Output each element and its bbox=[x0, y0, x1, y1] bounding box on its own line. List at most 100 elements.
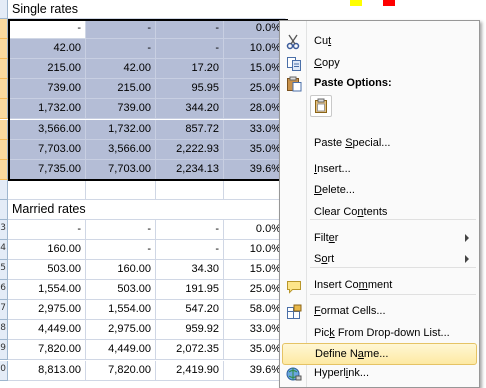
table-cell[interactable]: - bbox=[86, 19, 156, 39]
table-cell[interactable]: 1,554.00 bbox=[86, 300, 156, 321]
table-cell[interactable]: - bbox=[86, 239, 156, 260]
menu-item-format-cells[interactable]: Format Cells... bbox=[282, 301, 477, 323]
table-cell[interactable]: 58.0% bbox=[224, 300, 286, 321]
row-header[interactable] bbox=[0, 139, 8, 160]
table-cell[interactable]: 739.00 bbox=[8, 79, 86, 100]
table-cell[interactable]: - bbox=[156, 239, 224, 260]
row-header[interactable] bbox=[0, 119, 8, 140]
menu-item-cut[interactable]: Cut bbox=[282, 31, 477, 53]
table-cell[interactable]: - bbox=[156, 219, 224, 240]
married-rates-title[interactable]: Married rates bbox=[8, 200, 286, 220]
row-header[interactable]: 6 bbox=[0, 280, 8, 301]
yellow-swatch[interactable] bbox=[350, 0, 362, 6]
table-cell[interactable]: 25.0% bbox=[224, 280, 286, 301]
table-cell[interactable]: 15.0% bbox=[224, 260, 286, 280]
row-header[interactable] bbox=[0, 99, 8, 120]
row-header[interactable] bbox=[0, 59, 8, 80]
menu-item-hyperlink[interactable]: Hyperlink... bbox=[282, 363, 477, 385]
table-cell[interactable]: 3,566.00 bbox=[8, 119, 86, 140]
menu-item-copy[interactable]: Copy bbox=[282, 53, 477, 75]
table-cell[interactable]: 503.00 bbox=[86, 280, 156, 301]
row-header[interactable]: 7 bbox=[0, 300, 8, 321]
table-cell[interactable]: 1,732.00 bbox=[8, 99, 86, 120]
row-header[interactable] bbox=[0, 79, 8, 100]
red-swatch[interactable] bbox=[383, 0, 395, 6]
table-cell[interactable]: 2,072.35 bbox=[156, 340, 224, 361]
table-cell[interactable]: 7,703.00 bbox=[8, 139, 86, 160]
table-cell[interactable]: 160.00 bbox=[8, 239, 86, 260]
row-header[interactable]: 5 bbox=[0, 260, 8, 281]
table-cell[interactable]: 2,234.13 bbox=[156, 159, 224, 180]
table-cell[interactable]: 160.00 bbox=[86, 260, 156, 280]
table-cell[interactable] bbox=[224, 179, 286, 200]
table-cell[interactable]: 959.92 bbox=[156, 320, 224, 341]
table-cell[interactable]: 42.00 bbox=[8, 39, 86, 60]
single-rates-title[interactable]: Single rates bbox=[8, 0, 286, 19]
row-header[interactable] bbox=[0, 0, 8, 19]
menu-item-clear-contents[interactable]: Clear Contents bbox=[282, 202, 477, 224]
row-header[interactable] bbox=[0, 199, 8, 220]
row-header[interactable] bbox=[0, 39, 8, 60]
table-cell[interactable]: - bbox=[8, 19, 86, 39]
table-cell[interactable]: 547.20 bbox=[156, 300, 224, 321]
table-cell[interactable] bbox=[86, 179, 156, 200]
table-cell[interactable]: 39.6% bbox=[224, 159, 286, 180]
row-header[interactable]: 8 bbox=[0, 320, 8, 341]
table-cell[interactable]: 2,975.00 bbox=[86, 320, 156, 341]
row-header[interactable]: 0 bbox=[0, 360, 8, 381]
menu-item-filter[interactable]: Filter bbox=[282, 228, 477, 250]
table-cell[interactable]: 215.00 bbox=[8, 59, 86, 80]
table-cell[interactable]: 7,703.00 bbox=[86, 159, 156, 180]
table-cell[interactable]: - bbox=[86, 39, 156, 60]
menu-item-insert[interactable]: Insert... bbox=[282, 159, 477, 181]
table-cell[interactable]: 2,222.93 bbox=[156, 139, 224, 160]
table-cell[interactable]: 4,449.00 bbox=[8, 320, 86, 341]
menu-item-define-name[interactable]: Define Name... bbox=[282, 343, 477, 365]
table-cell[interactable]: 34.30 bbox=[156, 260, 224, 280]
table-cell[interactable]: 25.0% bbox=[224, 79, 286, 100]
row-header[interactable] bbox=[0, 19, 8, 40]
row-header[interactable]: 4 bbox=[0, 239, 8, 260]
table-cell[interactable]: 33.0% bbox=[224, 320, 286, 341]
table-cell[interactable]: 7,820.00 bbox=[86, 360, 156, 381]
table-cell[interactable]: 857.72 bbox=[156, 119, 224, 140]
table-cell[interactable]: 2,419.90 bbox=[156, 360, 224, 381]
table-cell[interactable]: 7,820.00 bbox=[8, 340, 86, 361]
table-cell[interactable]: 1,554.00 bbox=[8, 280, 86, 301]
table-cell[interactable]: 344.20 bbox=[156, 99, 224, 120]
table-cell[interactable]: 8,813.00 bbox=[8, 360, 86, 381]
table-cell[interactable]: 0.0% bbox=[224, 19, 286, 39]
table-cell[interactable]: 15.0% bbox=[224, 59, 286, 80]
table-cell[interactable]: 1,732.00 bbox=[86, 119, 156, 140]
table-cell[interactable]: - bbox=[156, 19, 224, 39]
table-cell[interactable]: 3,566.00 bbox=[86, 139, 156, 160]
table-cell[interactable]: 739.00 bbox=[86, 99, 156, 120]
row-header[interactable]: 9 bbox=[0, 340, 8, 361]
table-cell[interactable]: 35.0% bbox=[224, 139, 286, 160]
table-cell[interactable]: 7,735.00 bbox=[8, 159, 86, 180]
table-cell[interactable]: 0.0% bbox=[224, 219, 286, 240]
table-cell[interactable]: 35.0% bbox=[224, 340, 286, 361]
table-cell[interactable]: 28.0% bbox=[224, 99, 286, 120]
table-cell[interactable] bbox=[8, 179, 86, 200]
table-cell[interactable]: 42.00 bbox=[86, 59, 156, 80]
table-cell[interactable]: 10.0% bbox=[224, 39, 286, 60]
menu-item-insert-comment[interactable]: Insert Comment bbox=[282, 275, 477, 297]
table-cell[interactable]: 17.20 bbox=[156, 59, 224, 80]
row-header[interactable]: 3 bbox=[0, 219, 8, 240]
menu-item-delete[interactable]: Delete... bbox=[282, 180, 477, 202]
menu-item-sort[interactable]: Sort bbox=[282, 249, 477, 271]
table-cell[interactable]: - bbox=[86, 219, 156, 240]
paste-button[interactable] bbox=[310, 95, 332, 117]
table-cell[interactable]: 39.6% bbox=[224, 360, 286, 381]
table-cell[interactable]: 2,975.00 bbox=[8, 300, 86, 321]
row-header[interactable] bbox=[0, 179, 8, 200]
table-cell[interactable]: 503.00 bbox=[8, 260, 86, 280]
table-cell[interactable]: 10.0% bbox=[224, 239, 286, 260]
table-cell[interactable]: - bbox=[156, 39, 224, 60]
row-header[interactable] bbox=[0, 159, 8, 180]
table-cell[interactable]: 215.00 bbox=[86, 79, 156, 100]
menu-item-paste-special[interactable]: Paste Special... bbox=[282, 133, 477, 155]
table-cell[interactable]: 191.95 bbox=[156, 280, 224, 301]
table-cell[interactable]: 95.95 bbox=[156, 79, 224, 100]
